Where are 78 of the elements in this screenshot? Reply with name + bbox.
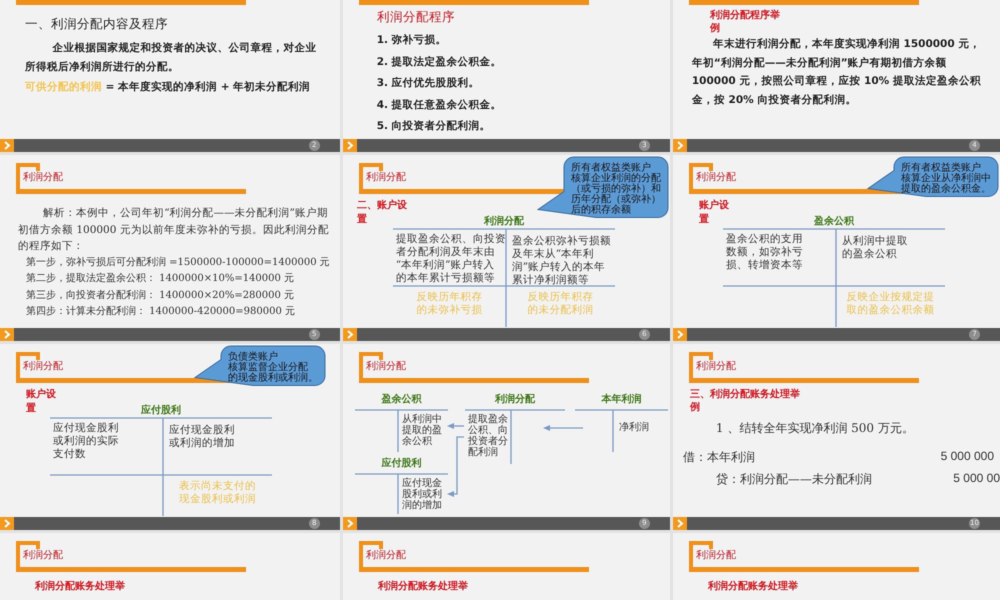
chevron-icon	[342, 517, 357, 530]
subtitle: 利润分配账务处理举	[708, 579, 799, 593]
calculation-step: 第四步：计算未分配利润： 1400000-420000=980000 元	[18, 304, 330, 320]
list-item: 2. 提取法定盈余公积金。	[376, 54, 503, 70]
slide-title: 利润分配	[366, 170, 406, 184]
calculation-step: 第一步，弥补亏损后可分配利润 =1500000-100000=1400000 元	[18, 254, 330, 271]
slide-thumbnail[interactable]	[0, 155, 340, 341]
paragraph: 年末进行利润分配，本年度实现净利润 1500000 元，年初“利润分配——未分配利润”账户有期初借方余额 100000 元，按照公司章程，应按 10% 提取法定盈余公积金，按 20% 向投资者分配利润。	[692, 36, 982, 108]
arrow	[542, 425, 583, 431]
paragraph: 解析：本例中，公司年初“利润分配——未分配利润”账户期初借方余额 100000 元为以前年度未弥补的亏损。因此利润分配的程序如下：	[18, 206, 330, 254]
chevron-icon	[672, 328, 687, 341]
slide-title: 利润分配	[366, 548, 406, 562]
account-name: 盈余公积	[381, 394, 422, 405]
speech-bubble: 负债类账户 核算监督企业分配 的现金股利或利润。	[194, 346, 326, 386]
credit-text: 应付现金 股利或利 润的增加	[402, 478, 442, 511]
calculation-step: 第二步，提取法定盈余公积： 1400000×10%=140000 元	[18, 271, 330, 288]
arrow	[446, 436, 464, 497]
credit-text: 从利润中 提取的盈 余公积	[402, 414, 442, 447]
section-heading: 利润分配程序	[376, 9, 456, 26]
account-name: 应付股利	[381, 458, 422, 469]
debit-text: 应付现金股利 或利润的实际 支付数	[53, 422, 119, 461]
journal-amount: 5 000 000	[940, 449, 994, 465]
credit-text: 应付现金股利 或利润的增加	[169, 424, 235, 450]
list-item: 5. 向投资者分配利润。	[376, 119, 492, 134]
chevron-icon	[0, 517, 14, 530]
slide-title: 利润分配	[696, 548, 736, 562]
balance-text: 反映历年积存 的未分配利润	[527, 291, 594, 316]
journal-amount: 5 000 00	[953, 471, 1000, 487]
chevron-icon	[672, 517, 687, 530]
account-name: 利润分配	[484, 216, 524, 227]
debit-text: 提取盈余 公积、向 投资者分 配利润	[468, 414, 508, 458]
chevron-icon	[342, 328, 357, 341]
slide-thumbnail[interactable]: 利润分配 利润分配账务处理举	[342, 533, 670, 600]
slide-title: 利润分配	[696, 360, 736, 373]
balance-text: 反映历年积存 的未弥补亏损	[416, 291, 482, 316]
subtitle: 账户设置	[698, 199, 730, 227]
subtitle: 利润分配账务处理举	[378, 579, 469, 593]
arrow	[446, 423, 464, 429]
credit-text: 净利润	[618, 422, 649, 433]
example-text: 1 、结转全年实现净利润 500 万元。	[716, 420, 915, 437]
subtitle: 账户设置	[26, 388, 57, 416]
slide-thumbnail[interactable]: 利润分配 利润分配账务处理举	[0, 533, 340, 600]
journal-account: 借：本年利润	[682, 449, 755, 466]
credit-text: 从利润中提取 的盈余公积	[842, 235, 908, 261]
account-name: 盈余公积	[814, 216, 854, 227]
chevron-icon	[0, 139, 14, 152]
speech-bubble: 所有者权益类账户 核算企业从净利润中 提取的盈余公积金。	[867, 156, 998, 197]
list-item: 1. 弥补亏损。	[376, 33, 448, 48]
credit-text: 盈余公积弥补亏损额 及年末从“本年利 润”账户转入的本年 累计净利润额等	[512, 235, 611, 287]
chevron-icon	[0, 328, 14, 341]
chevron-icon	[672, 139, 687, 152]
formula-expression: = 本年度实现的净利润 + 年初未分配利润	[106, 81, 310, 93]
debit-text: 提取盈余公积、向投资 者分配利润及年末由 “本年利润”账户转入 的本年累计亏损额等	[396, 233, 506, 285]
slide-title: 利润分配	[23, 360, 63, 373]
slide-title: 利润分配	[23, 170, 63, 184]
speech-bubble: 所有者权益类账户 核算企业利润的分配 （或亏损的弥补）和 历年分配（或弥补） 后的积存余额	[537, 156, 668, 218]
formula-term: 可供分配的利润	[25, 81, 102, 93]
slide-title: 利润分配	[696, 170, 736, 184]
slide-thumbnail[interactable]: 利润分配 利润分配账务处理举	[672, 533, 1000, 600]
paragraph: 企业根据国家规定和投资者的决议、公司章程，对企业所得税后净利润所进行的分配。	[25, 40, 318, 75]
account-name: 利润分配	[494, 394, 535, 405]
calculation-step: 第三步，向投资者分配利润： 1400000×20%=280000 元	[18, 288, 330, 304]
slide-title: 利润分配	[23, 548, 63, 562]
debit-text: 盈余公积的支用 数额，如弥补亏 损、转增资本等	[726, 233, 803, 272]
journal-account: 贷：利润分配——未分配利润	[716, 471, 872, 488]
account-name: 应付股利	[141, 405, 181, 416]
subtitle: 三、利润分配账务处理举例	[690, 388, 801, 414]
subtitle: 利润分配程序举例	[710, 9, 781, 35]
balance-text: 反映企业按规定提 取的盈余公积余额	[846, 291, 934, 316]
balance-text: 表示尚未支付的 现金股利或利润	[179, 480, 256, 505]
subtitle: 二、账户设置	[356, 199, 408, 227]
slide-title: 利润分配	[366, 360, 406, 373]
chevron-icon	[342, 139, 357, 152]
section-heading: 一、利润分配内容及程序	[25, 16, 169, 33]
subtitle: 利润分配账务处理举	[35, 579, 126, 593]
list-item: 3. 应付优先股股利。	[376, 76, 481, 91]
list-item: 4. 提取任意盈余公积金。	[376, 98, 503, 112]
account-name: 本年利润	[601, 394, 642, 405]
